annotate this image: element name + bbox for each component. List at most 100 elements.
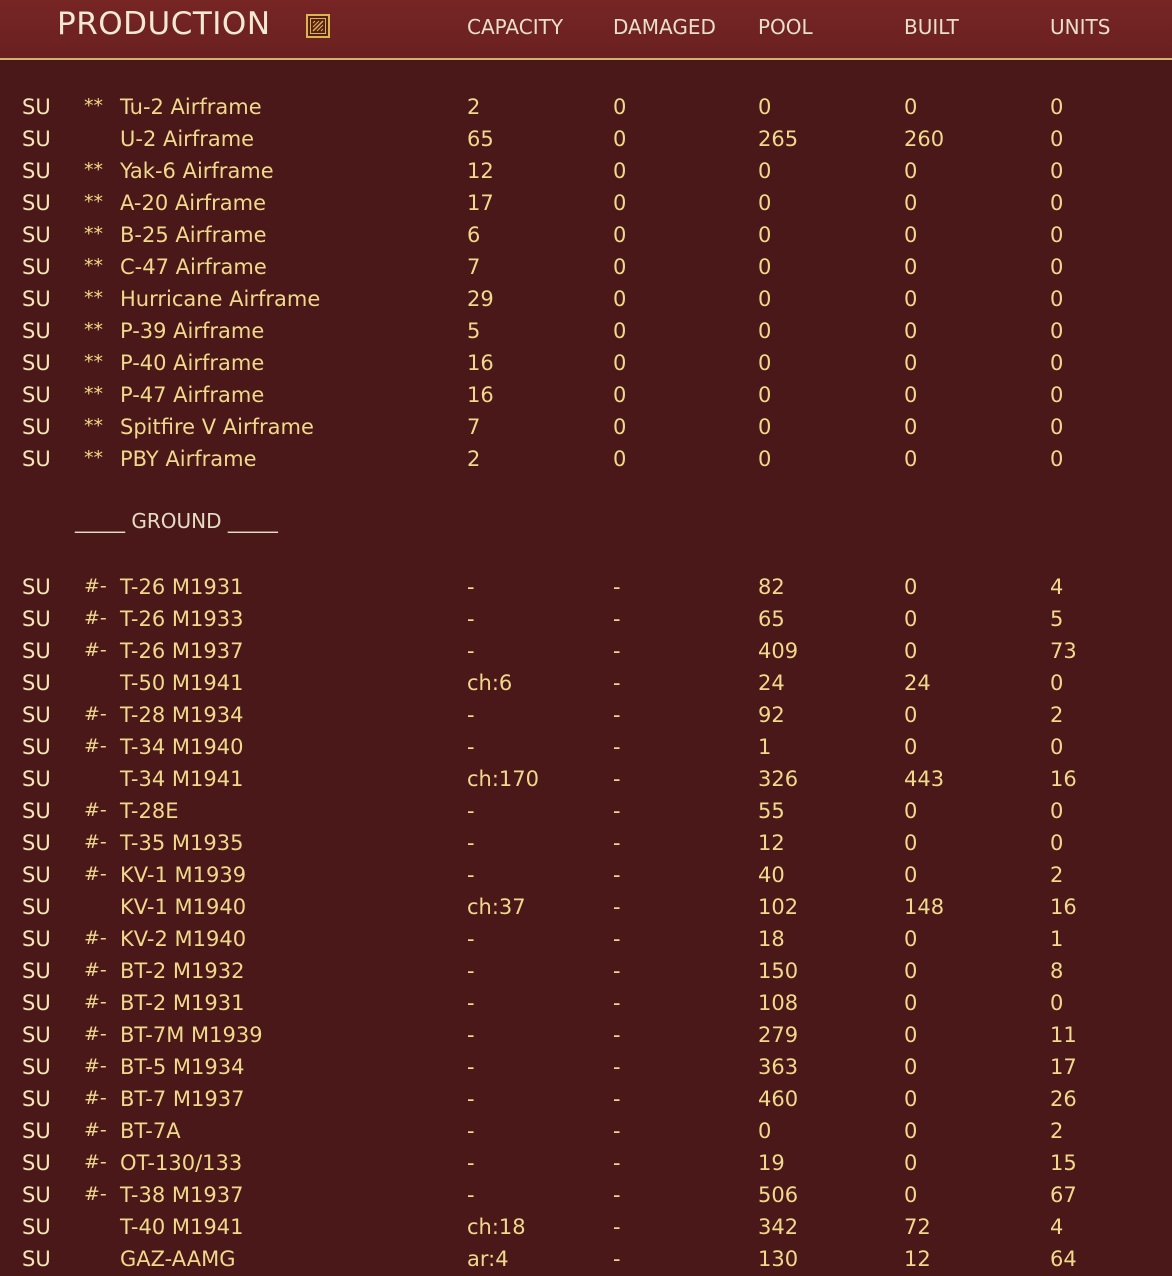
column-header-damaged[interactable]: DAMAGED: [613, 15, 716, 39]
capacity-cell: 2: [467, 95, 481, 119]
pool-cell: 82: [758, 575, 785, 599]
table-row[interactable]: SU U-2 Airframe 65 0 265 260 0: [0, 123, 1172, 155]
name-cell: Tu-2 Airframe: [120, 95, 262, 119]
table-row[interactable]: SU #- T-28 M1934 - - 92 0 2: [0, 699, 1172, 731]
table-row[interactable]: SU #- T-35 M1935 - - 12 0 0: [0, 827, 1172, 859]
capacity-cell: ch:170: [467, 767, 540, 791]
damaged-cell: -: [613, 607, 621, 631]
nation-cell: SU: [22, 319, 51, 343]
units-cell: 0: [1050, 287, 1064, 311]
pool-cell: 265: [758, 127, 799, 151]
pool-cell: 0: [758, 415, 772, 439]
units-cell: 26: [1050, 1087, 1077, 1111]
table-row[interactable]: SU ** Tu-2 Airframe 2 0 0 0 0: [0, 91, 1172, 123]
table-row[interactable]: SU GAZ-AAMG ar:4 - 130 12 64: [0, 1243, 1172, 1275]
units-cell: 0: [1050, 831, 1064, 855]
damaged-cell: -: [613, 1055, 621, 1079]
nation-cell: SU: [22, 735, 51, 759]
units-cell: 16: [1050, 767, 1077, 791]
capacity-cell: -: [467, 991, 475, 1015]
report-button[interactable]: [306, 14, 330, 38]
built-cell: 0: [904, 735, 918, 759]
table-row[interactable]: SU ** Spitfire V Airframe 7 0 0 0 0: [0, 411, 1172, 443]
table-row[interactable]: SU #- T-38 M1937 - - 506 0 67: [0, 1179, 1172, 1211]
damaged-cell: -: [613, 1215, 621, 1239]
table-row[interactable]: SU ** Hurricane Airframe 29 0 0 0 0: [0, 283, 1172, 315]
pool-cell: 0: [758, 223, 772, 247]
table-row[interactable]: SU KV-1 M1940 ch:37 - 102 148 16: [0, 891, 1172, 923]
capacity-cell: 16: [467, 383, 494, 407]
units-cell: 64: [1050, 1247, 1077, 1271]
column-header-built[interactable]: BUILT: [904, 15, 959, 39]
table-row[interactable]: SU ** P-39 Airframe 5 0 0 0 0: [0, 315, 1172, 347]
table-row[interactable]: SU #- BT-5 M1934 - - 363 0 17: [0, 1051, 1172, 1083]
flag-cell: #-: [84, 735, 107, 757]
capacity-cell: ar:4: [467, 1247, 509, 1271]
table-row[interactable]: SU #- T-26 M1937 - - 409 0 73: [0, 635, 1172, 667]
name-cell: Spitfire V Airframe: [120, 415, 314, 439]
damaged-cell: 0: [613, 255, 627, 279]
table-row[interactable]: SU #- T-26 M1933 - - 65 0 5: [0, 603, 1172, 635]
name-cell: A-20 Airframe: [120, 191, 266, 215]
column-header-units[interactable]: UNITS: [1050, 15, 1110, 39]
name-cell: P-47 Airframe: [120, 383, 265, 407]
built-cell: 0: [904, 1055, 918, 1079]
table-row[interactable]: SU ** C-47 Airframe 7 0 0 0 0: [0, 251, 1172, 283]
name-cell: T-40 M1941: [120, 1215, 244, 1239]
pool-cell: 326: [758, 767, 799, 791]
table-row[interactable]: SU #- T-34 M1940 - - 1 0 0: [0, 731, 1172, 763]
capacity-cell: 7: [467, 415, 481, 439]
table-row[interactable]: SU ** P-47 Airframe 16 0 0 0 0: [0, 379, 1172, 411]
table-row[interactable]: SU #- T-26 M1931 - - 82 0 4: [0, 571, 1172, 603]
table-row[interactable]: SU ** A-20 Airframe 17 0 0 0 0: [0, 187, 1172, 219]
table-row[interactable]: SU #- OT-130/133 - - 19 0 15: [0, 1147, 1172, 1179]
capacity-cell: ch:18: [467, 1215, 526, 1239]
nation-cell: SU: [22, 159, 51, 183]
column-header-capacity[interactable]: CAPACITY: [467, 15, 563, 39]
units-cell: 2: [1050, 703, 1064, 727]
table-row[interactable]: SU T-34 M1941 ch:170 - 326 443 16: [0, 763, 1172, 795]
flag-cell: #-: [84, 831, 107, 853]
column-header-pool[interactable]: POOL: [758, 15, 813, 39]
built-cell: 0: [904, 639, 918, 663]
pool-cell: 150: [758, 959, 799, 983]
damaged-cell: -: [613, 831, 621, 855]
ground-section-label: _____ GROUND _____: [75, 509, 278, 533]
name-cell: BT-7 M1937: [120, 1087, 245, 1111]
capacity-cell: -: [467, 863, 475, 887]
units-cell: 0: [1050, 447, 1064, 471]
table-row[interactable]: SU ** B-25 Airframe 6 0 0 0 0: [0, 219, 1172, 251]
table-row[interactable]: SU #- BT-2 M1932 - - 150 0 8: [0, 955, 1172, 987]
capacity-cell: 65: [467, 127, 494, 151]
table-row[interactable]: SU #- KV-1 M1939 - - 40 0 2: [0, 859, 1172, 891]
name-cell: PBY Airframe: [120, 447, 257, 471]
table-row[interactable]: SU #- BT-7M M1939 - - 279 0 11: [0, 1019, 1172, 1051]
table-row[interactable]: SU T-40 M1941 ch:18 - 342 72 4: [0, 1211, 1172, 1243]
table-row[interactable]: SU #- BT-7 M1937 - - 460 0 26: [0, 1083, 1172, 1115]
table-row[interactable]: SU T-50 M1941 ch:6 - 24 24 0: [0, 667, 1172, 699]
units-cell: 15: [1050, 1151, 1077, 1175]
table-row[interactable]: SU ** PBY Airframe 2 0 0 0 0: [0, 443, 1172, 475]
damaged-cell: 0: [613, 351, 627, 375]
nation-cell: SU: [22, 223, 51, 247]
table-row[interactable]: SU ** Yak-6 Airframe 12 0 0 0 0: [0, 155, 1172, 187]
capacity-cell: -: [467, 1055, 475, 1079]
damaged-cell: 0: [613, 159, 627, 183]
table-row[interactable]: SU #- KV-2 M1940 - - 18 0 1: [0, 923, 1172, 955]
flag-cell: #-: [84, 607, 107, 629]
units-cell: 17: [1050, 1055, 1077, 1079]
capacity-cell: ch:6: [467, 671, 513, 695]
table-row[interactable]: SU #- T-28E - - 55 0 0: [0, 795, 1172, 827]
damaged-cell: -: [613, 1087, 621, 1111]
table-row[interactable]: SU #- BT-2 M1931 - - 108 0 0: [0, 987, 1172, 1019]
units-cell: 4: [1050, 1215, 1064, 1239]
pool-cell: 506: [758, 1183, 799, 1207]
pool-cell: 92: [758, 703, 785, 727]
table-row[interactable]: SU ** P-40 Airframe 16 0 0 0 0: [0, 347, 1172, 379]
pool-cell: 342: [758, 1215, 799, 1239]
table-row[interactable]: SU #- BT-7A - - 0 0 2: [0, 1115, 1172, 1147]
name-cell: P-39 Airframe: [120, 319, 265, 343]
built-cell: 72: [904, 1215, 931, 1239]
pool-cell: 40: [758, 863, 785, 887]
built-cell: 0: [904, 319, 918, 343]
